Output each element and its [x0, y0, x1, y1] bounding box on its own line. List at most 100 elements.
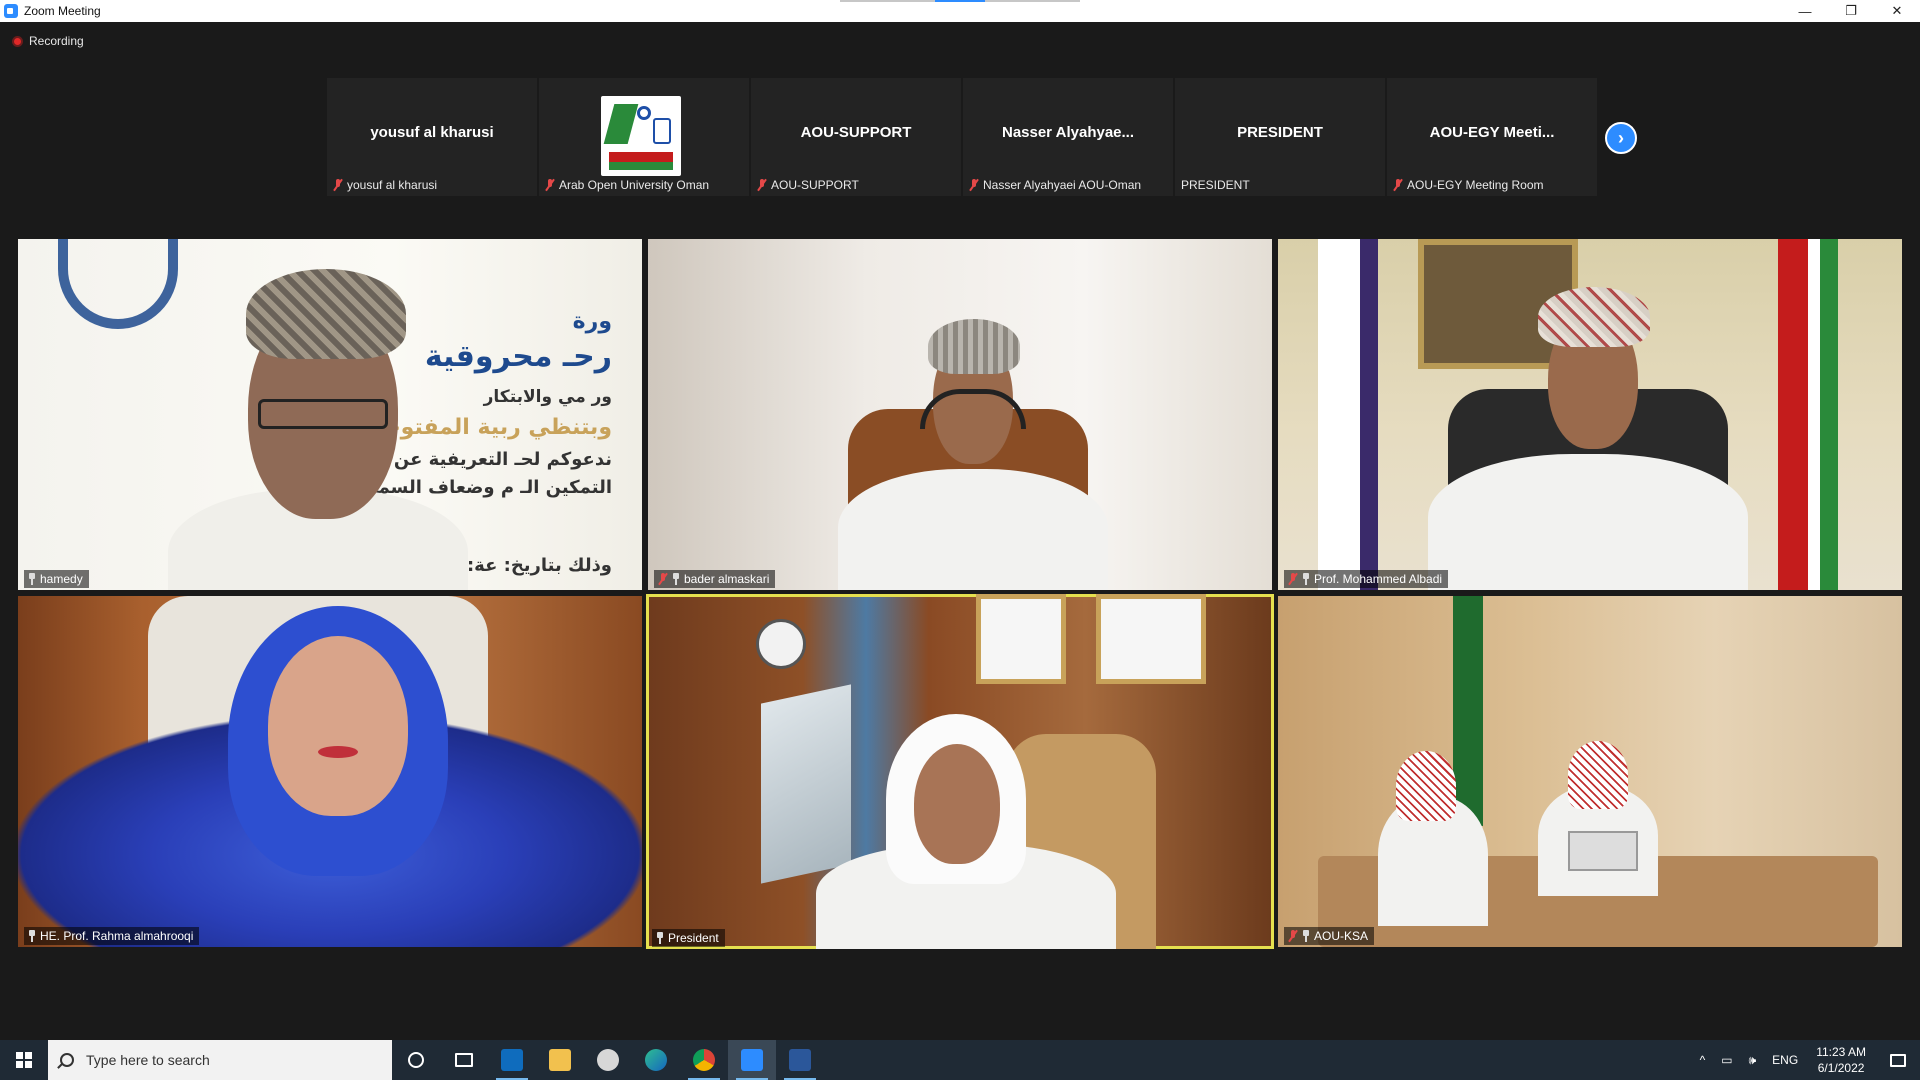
mic-muted-icon [658, 573, 668, 585]
participant-name: AOU-KSA [1314, 929, 1369, 943]
participant-label: bader almaskari [654, 570, 776, 588]
participant-name-label: AOU-SUPPORT [757, 178, 859, 192]
chrome-icon [693, 1049, 715, 1071]
wall-frame [1096, 594, 1206, 684]
file-explorer-app[interactable] [536, 1040, 584, 1080]
chevron-right-icon: › [1618, 127, 1624, 148]
person-body [838, 469, 1108, 590]
poster-logo [58, 239, 178, 329]
search-input[interactable] [86, 1052, 366, 1068]
mic-muted-icon [1393, 179, 1403, 191]
flag-right [1778, 239, 1838, 590]
pin-icon [28, 573, 36, 585]
participant-name: yousuf al kharusi [347, 178, 438, 192]
participant-display-name: yousuf al kharusi [370, 124, 494, 141]
participant-label: AOU-KSA [1284, 927, 1375, 945]
participant-thumb[interactable]: AOU-SUPPORT AOU-SUPPORT [751, 78, 961, 196]
participant-name: AOU-SUPPORT [771, 178, 859, 192]
show-hidden-icons-button[interactable]: ^ [1692, 1040, 1714, 1080]
pin-icon [656, 932, 664, 944]
word-app[interactable] [776, 1040, 824, 1080]
university-logo [601, 96, 681, 176]
participant-name: Arab Open University Oman [559, 178, 710, 192]
participant-name: bader almaskari [684, 572, 770, 586]
clock[interactable]: 11:23 AM 6/1/2022 [1806, 1044, 1876, 1076]
participant-name-label: PRESIDENT [1181, 178, 1250, 192]
person-shemagh [1396, 751, 1456, 821]
edge-app[interactable] [632, 1040, 680, 1080]
task-view-button[interactable] [440, 1040, 488, 1080]
participant-label: hamedy [24, 570, 89, 588]
cortana-icon [408, 1052, 424, 1068]
pin-icon [1302, 573, 1310, 585]
word-icon [789, 1049, 811, 1071]
snipping-app[interactable] [584, 1040, 632, 1080]
poster-line: ور مي والابتكار [483, 387, 612, 407]
pin-icon [1302, 930, 1310, 942]
participant-name-label: Arab Open University Oman [545, 178, 709, 192]
participant-name-label: AOU-EGY Meeting Room [1393, 178, 1544, 192]
video-tile[interactable]: AOU-KSA [1278, 596, 1902, 947]
mic-muted-icon [545, 179, 555, 191]
video-tile-active-speaker[interactable]: President [646, 594, 1274, 949]
cortana-button[interactable] [392, 1040, 440, 1080]
person-turban [928, 319, 1020, 374]
video-tile[interactable]: Prof. Mohammed Albadi [1278, 239, 1902, 590]
clock-time: 11:23 AM [1816, 1045, 1866, 1059]
system-tray: ^ ▭ 🕪 ENG 11:23 AM 6/1/2022 [1692, 1040, 1920, 1080]
video-tile[interactable]: bader almaskari [648, 239, 1272, 590]
minimize-button[interactable]: — [1782, 0, 1828, 22]
language-indicator[interactable]: ENG [1764, 1040, 1806, 1080]
poster-line: رحـ محروقية [424, 339, 612, 374]
record-icon [12, 35, 23, 47]
zoom-app[interactable] [728, 1040, 776, 1080]
recording-label: Recording [29, 34, 84, 48]
participant-thumb[interactable]: PRESIDENT PRESIDENT [1175, 78, 1385, 196]
window-controls: — ❐ ✕ [1782, 0, 1920, 22]
person-turban [1538, 287, 1650, 347]
poster-line: وبتنظي ربية المفتوحة [371, 415, 612, 440]
flag-left [1318, 239, 1378, 590]
close-button[interactable]: ✕ [1874, 0, 1920, 22]
next-page-button[interactable]: › [1605, 122, 1637, 154]
video-tile[interactable]: HE. Prof. Rahma almahrooqi [18, 596, 642, 947]
outlook-icon [501, 1049, 523, 1071]
poster-line: التمكين الـ م وضعاف السمع [366, 477, 612, 498]
zoom-app-icon [4, 4, 18, 18]
poster-line: ورة [572, 309, 612, 334]
person-shemagh [1568, 741, 1628, 809]
taskbar-search[interactable] [48, 1040, 392, 1080]
participant-thumb[interactable]: AOU-EGY Meeti... AOU-EGY Meeting Room [1387, 78, 1597, 196]
participant-display-name: PRESIDENT [1237, 124, 1323, 141]
network-icon[interactable]: ▭ [1713, 1040, 1740, 1080]
folder-icon [549, 1049, 571, 1071]
participant-thumb[interactable]: Arab Open University Oman [539, 78, 749, 196]
window-title: Zoom Meeting [24, 4, 101, 18]
restore-button[interactable]: ❐ [1828, 0, 1874, 22]
video-tile[interactable]: ورة رحـ محروقية ور مي والابتكار وبتنظي ر… [18, 239, 642, 590]
participant-strip: yousuf al kharusi yousuf al kharusi Arab… [327, 78, 1597, 196]
participant-display-name: AOU-EGY Meeti... [1429, 124, 1555, 141]
participant-name: Prof. Mohammed Albadi [1314, 572, 1443, 586]
outlook-app[interactable] [488, 1040, 536, 1080]
volume-icon[interactable]: 🕪 [1741, 1040, 1765, 1080]
task-view-icon [455, 1053, 473, 1067]
mic-muted-icon [1288, 573, 1298, 585]
start-button[interactable] [0, 1040, 48, 1080]
action-center-button[interactable] [1876, 1040, 1920, 1080]
participant-name: PRESIDENT [1181, 178, 1250, 192]
participant-label: President [652, 929, 725, 947]
participant-thumb[interactable]: yousuf al kharusi yousuf al kharusi [327, 78, 537, 196]
participant-name: AOU-EGY Meeting Room [1407, 178, 1544, 192]
notification-icon [1890, 1053, 1906, 1067]
participant-name-label: yousuf al kharusi [333, 178, 437, 192]
windows-taskbar: ^ ▭ 🕪 ENG 11:23 AM 6/1/2022 [0, 1040, 1920, 1080]
participant-thumb[interactable]: Nasser Alyahyae... Nasser Alyahyaei AOU-… [963, 78, 1173, 196]
snip-icon [597, 1049, 619, 1071]
chrome-app[interactable] [680, 1040, 728, 1080]
wall-frame [976, 594, 1066, 684]
participant-display-name: AOU-SUPPORT [800, 124, 912, 141]
mic-muted-icon [1288, 930, 1298, 942]
recording-indicator[interactable]: Recording [12, 34, 84, 48]
clock-date: 6/1/2022 [1817, 1061, 1865, 1075]
